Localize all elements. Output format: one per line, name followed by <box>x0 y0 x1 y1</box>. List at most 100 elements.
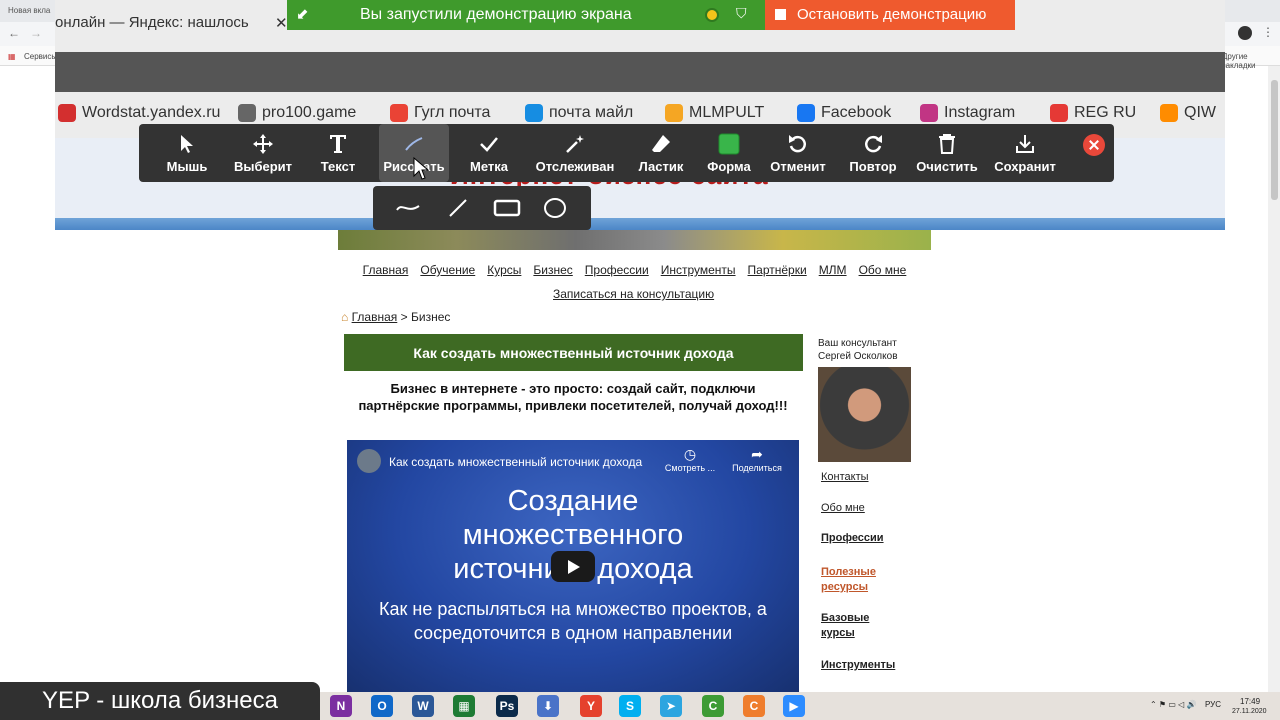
camtasia-orange-icon[interactable]: C <box>743 695 765 717</box>
tool-trash[interactable]: Очистить <box>912 124 982 182</box>
line-icon[interactable] <box>447 197 469 219</box>
shield-check-icon: ⛉ <box>736 5 747 21</box>
article-title: Как создать множественный источник доход… <box>344 334 803 371</box>
yandex-browser-icon[interactable]: Y <box>580 695 602 717</box>
clock-time[interactable]: 17:49 <box>1240 697 1260 706</box>
tool-label: Мышь <box>166 159 208 174</box>
bookmark-4[interactable]: MLMPULT <box>665 104 764 122</box>
breadcrumb-home[interactable]: Главная <box>352 310 398 324</box>
bookmark-3[interactable]: почта майл <box>525 104 633 122</box>
clock-icon: ◷ <box>683 446 697 462</box>
bookmark-7[interactable]: REG RU <box>1050 104 1136 122</box>
bookmark-label: почта майл <box>549 104 634 121</box>
nav-link-4[interactable]: Профессии <box>585 263 649 277</box>
bookmark-8[interactable]: QIW <box>1160 104 1216 122</box>
pen-icon <box>405 137 423 151</box>
back-arrow-icon[interactable]: ← <box>8 26 20 40</box>
tool-text[interactable]: Текст <box>311 124 365 182</box>
nav-link-8[interactable]: Обо мне <box>859 263 907 277</box>
inner-address-bar[interactable] <box>55 52 1225 92</box>
home-icon: ⌂ <box>341 310 349 324</box>
stop-square-icon <box>775 9 786 20</box>
photoshop-icon[interactable]: Ps <box>496 695 518 717</box>
scroll-thumb[interactable] <box>1271 80 1278 200</box>
share-icon: ➦ <box>751 446 763 462</box>
regru-icon <box>1050 104 1068 122</box>
tool-check[interactable]: Метка <box>458 124 520 182</box>
zoom-icon[interactable]: ▶ <box>783 695 805 717</box>
apps-grid-icon[interactable]: ▦ <box>8 52 16 61</box>
globe-icon <box>238 104 256 122</box>
bookmark-1[interactable]: pro100.game <box>238 104 356 122</box>
inner-tab-title[interactable]: онлайн — Яндекс: нашлось <box>55 14 249 31</box>
forward-arrow-icon[interactable]: → <box>30 26 42 40</box>
bookmark-services[interactable]: Сервисы <box>24 52 57 61</box>
sidebar-section-professions[interactable]: Профессии <box>821 531 884 546</box>
nav-link-7[interactable]: МЛМ <box>819 263 847 277</box>
channel-avatar[interactable] <box>357 449 381 473</box>
spreadsheet-icon[interactable]: ▦ <box>453 695 475 717</box>
watch-later-label: Смотреть ... <box>664 463 716 473</box>
ellipse-icon[interactable] <box>543 197 567 219</box>
tool-spotlight-wand[interactable]: Отслеживан <box>530 124 620 182</box>
consultant-caption: Ваш консультант Сергей Осколков <box>818 338 898 362</box>
consult-link[interactable]: Записаться на консультацию <box>553 287 714 301</box>
tool-redo[interactable]: Повтор <box>840 124 906 182</box>
nav-link-2[interactable]: Курсы <box>487 263 521 277</box>
telegram-icon[interactable]: ➤ <box>660 695 682 717</box>
tool-save[interactable]: Сохранит <box>985 124 1065 182</box>
watch-later-button[interactable]: ◷ Смотреть ... <box>660 446 720 473</box>
bookmark-label: Instagram <box>944 104 1016 121</box>
outlook-icon[interactable]: O <box>371 695 393 717</box>
profile-avatar[interactable] <box>1238 26 1252 40</box>
kebab-menu-icon[interactable]: ⋮ <box>1262 25 1274 39</box>
bookmark-label: MLMPULT <box>689 104 765 121</box>
mlmpult-icon <box>665 104 683 122</box>
sidebar-link-contacts[interactable]: Контакты <box>821 471 869 483</box>
video-share-button[interactable]: ➦ Поделиться <box>727 446 787 473</box>
sidebar-link-about[interactable]: Обо мне <box>821 502 865 514</box>
bookmark-0[interactable]: Wordstat.yandex.ru <box>58 104 220 122</box>
outer-tab-title[interactable]: Новая вкла <box>8 6 50 15</box>
nav-link-0[interactable]: Главная <box>363 263 409 277</box>
installer-icon[interactable]: ⬇ <box>537 695 559 717</box>
word-icon[interactable]: W <box>412 695 434 717</box>
banner-strip <box>55 218 1225 230</box>
tool-mouse-pointer[interactable]: Мышь <box>157 124 217 182</box>
nav-link-6[interactable]: Партнёрки <box>748 263 807 277</box>
play-button-icon[interactable] <box>551 551 595 582</box>
input-language[interactable]: РУС <box>1205 700 1221 709</box>
video-share-label: Поделиться <box>732 463 782 473</box>
sidebar-section-resources[interactable]: Полезные ресурсы <box>821 565 901 595</box>
inner-tab-close-icon[interactable]: ✕ <box>275 14 288 32</box>
skype-icon[interactable]: S <box>619 695 641 717</box>
freehand-icon[interactable] <box>395 198 421 218</box>
tray-icons[interactable]: ⌃ ⚑ ▭ ◁ 🔊 <box>1150 700 1196 709</box>
close-toolbar-icon[interactable] <box>1083 134 1105 156</box>
check-icon <box>480 137 498 152</box>
bookmark-5[interactable]: Facebook <box>797 104 891 122</box>
clock-date[interactable]: 27.11.2020 <box>1232 708 1267 715</box>
tool-eraser[interactable]: Ластик <box>628 124 694 182</box>
tool-move-select[interactable]: Выберит <box>230 124 296 182</box>
video-title[interactable]: Как создать множественный источник доход… <box>389 455 642 469</box>
onenote-icon[interactable]: N <box>330 695 352 717</box>
sidebar-section-courses[interactable]: Базовые курсы <box>821 611 891 641</box>
bookmark-6[interactable]: Instagram <box>920 104 1015 122</box>
undo-icon <box>789 135 806 153</box>
rectangle-icon[interactable] <box>493 198 521 218</box>
qiwi-icon <box>1160 104 1178 122</box>
camtasia-green-icon[interactable]: C <box>702 695 724 717</box>
header-road-image <box>338 230 931 250</box>
facebook-icon <box>797 104 815 122</box>
sidebar-section-tools[interactable]: Инструменты <box>821 658 895 673</box>
bookmark-2[interactable]: Гугл почта <box>390 104 490 122</box>
bookmark-label: Wordstat.yandex.ru <box>82 104 221 121</box>
tool-color-square[interactable]: Форма <box>700 124 758 182</box>
draw-shape-subbar <box>373 186 591 230</box>
bookmark-label: QIW <box>1184 104 1216 121</box>
tool-undo[interactable]: Отменит <box>762 124 834 182</box>
nav-link-5[interactable]: Инструменты <box>661 263 736 277</box>
nav-link-1[interactable]: Обучение <box>420 263 475 277</box>
nav-link-3[interactable]: Бизнес <box>533 263 573 277</box>
